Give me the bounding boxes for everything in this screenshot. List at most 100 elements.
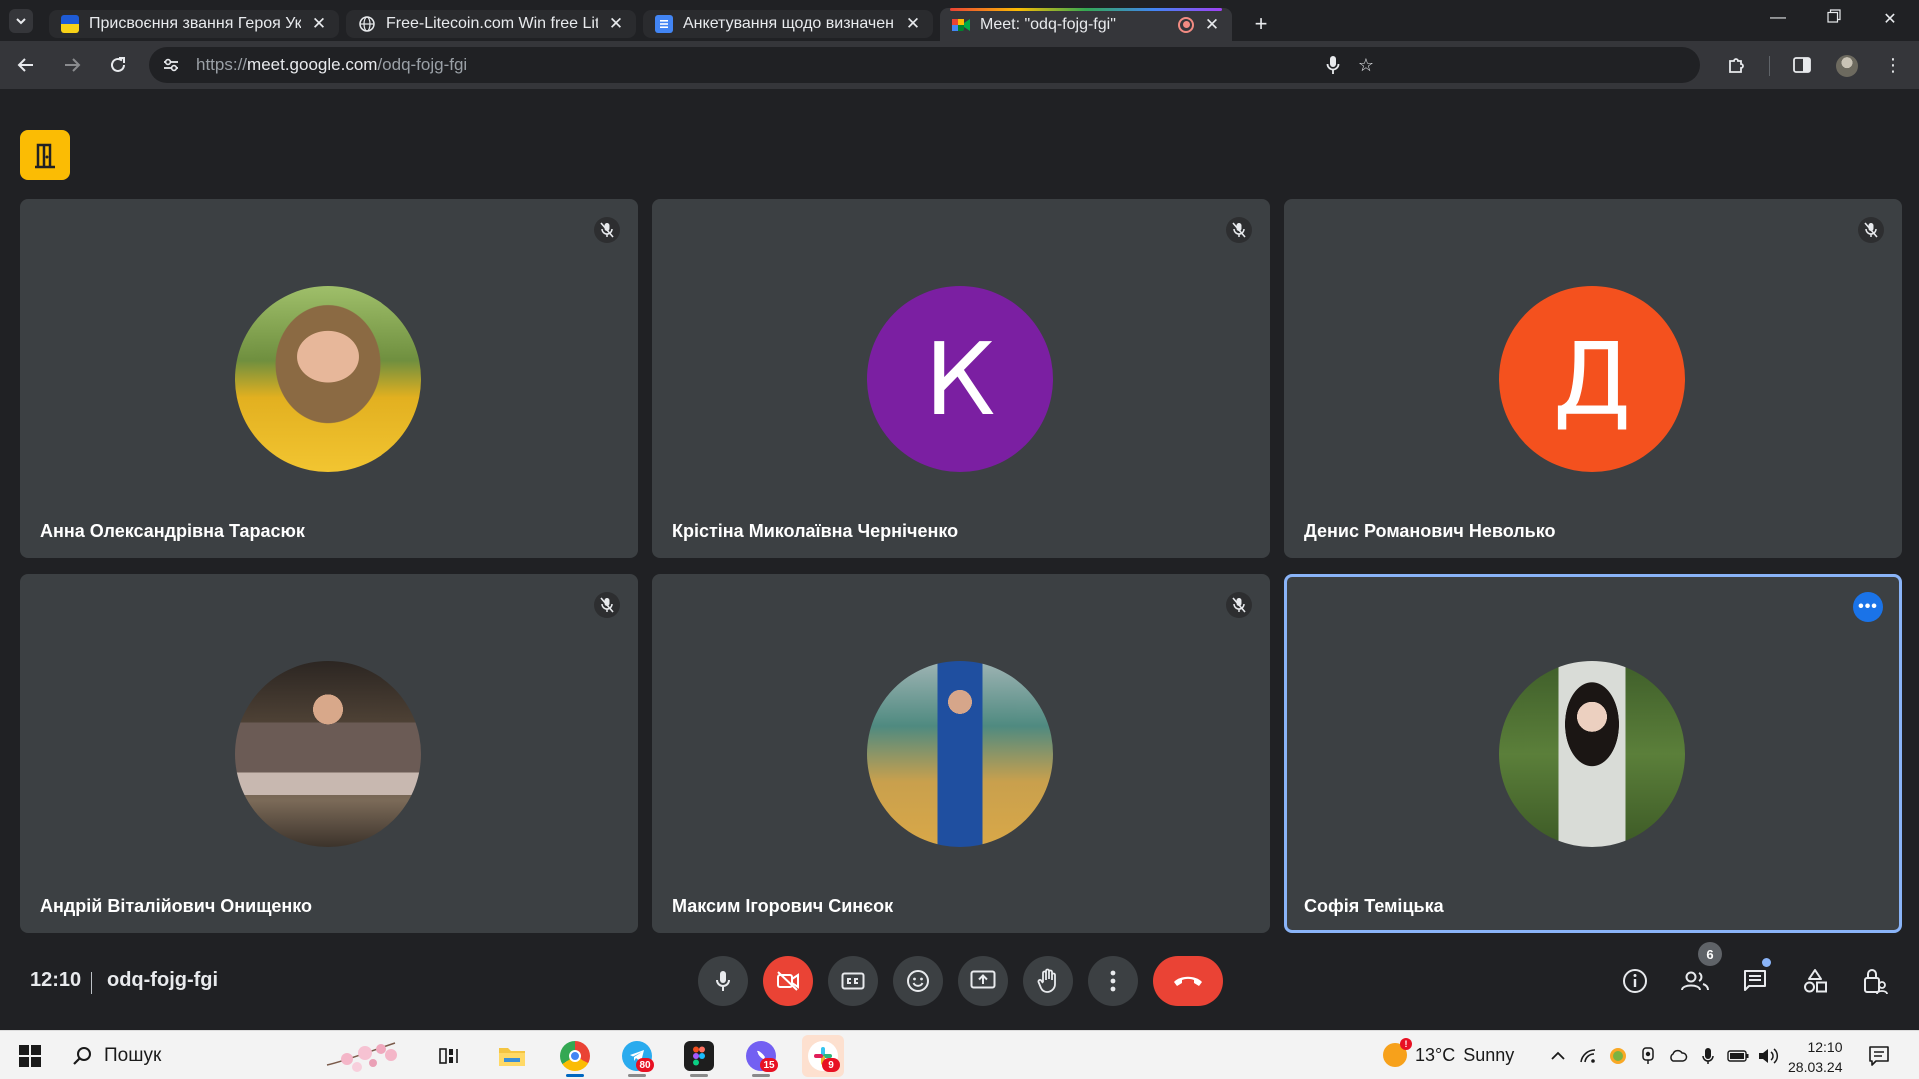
participant-name: Крістіна Миколаївна Черніченко — [672, 521, 959, 541]
participant-name: Максим Ігорович Синєок — [672, 896, 894, 916]
telegram-unread-badge: 80 — [636, 1058, 654, 1072]
meet-page: Анна Олександрівна Тарасюк К Крістіна Ми… — [0, 89, 1919, 1030]
weather-condition: Sunny — [1463, 1044, 1515, 1065]
emoji-icon — [907, 970, 929, 992]
leave-call-button[interactable] — [1153, 956, 1223, 1006]
new-tab-button[interactable]: + — [1247, 10, 1275, 38]
tab-close-icon[interactable]: ✕ — [905, 14, 921, 34]
browser-tab[interactable]: Free-Litecoin.com Win free Lite ✕ — [346, 10, 636, 38]
camera-off-button[interactable] — [763, 956, 813, 1006]
tab-close-icon[interactable]: ✕ — [608, 14, 624, 34]
present-screen-button[interactable] — [958, 956, 1008, 1006]
chat-unread-dot — [1762, 958, 1771, 967]
bookmark-star-icon[interactable]: ☆ — [1356, 55, 1376, 75]
ukraine-trident-icon — [61, 15, 79, 33]
back-icon[interactable] — [12, 51, 40, 79]
cloud-icon[interactable] — [1667, 1045, 1689, 1067]
mic-off-icon — [1858, 217, 1884, 243]
participant-tile[interactable]: Анна Олександрівна Тарасюк — [20, 199, 638, 558]
url-protocol: https:// — [196, 55, 248, 74]
battery-icon[interactable] — [1727, 1045, 1749, 1067]
microphone-icon — [716, 971, 730, 991]
participant-name: Денис Романович Неволько — [1304, 521, 1556, 541]
microphone-tray-icon[interactable] — [1697, 1045, 1719, 1067]
participant-photo-avatar — [235, 661, 421, 847]
participant-tile[interactable]: Андрій Віталійович Онищенко — [20, 574, 638, 933]
participant-photo-avatar — [235, 286, 421, 472]
site-info-icon[interactable] — [161, 55, 181, 75]
taskbar-clock[interactable]: 12:10 28.03.24 — [1788, 1037, 1843, 1077]
url-text: https://meet.google.com/odq-fojg-fgi — [196, 55, 467, 75]
extensions-icon[interactable] — [1725, 53, 1749, 77]
sun-icon: ! — [1383, 1038, 1412, 1067]
running-app-indicator — [628, 1074, 646, 1077]
network-signal-icon[interactable] — [1577, 1045, 1599, 1067]
reload-icon[interactable] — [104, 51, 132, 79]
participant-photo-avatar — [1499, 661, 1685, 847]
info-icon — [1623, 969, 1647, 993]
tab-close-icon[interactable]: ✕ — [311, 14, 327, 34]
task-view-icon — [439, 1048, 458, 1064]
active-app-indicator — [566, 1074, 584, 1077]
raise-hand-button[interactable] — [1023, 956, 1073, 1006]
address-bar[interactable]: https://meet.google.com/odq-fojg-fgi ☆ — [149, 47, 1700, 83]
participant-tile-selected[interactable]: ••• Софія Теміцька — [1284, 574, 1902, 933]
meet-door-logo-icon[interactable] — [20, 130, 70, 180]
clock-time: 12:10 — [1807, 1039, 1843, 1055]
host-controls-button[interactable] — [1853, 959, 1897, 1003]
participant-tile[interactable]: К Крістіна Миколаївна Черніченко — [652, 199, 1270, 558]
taskbar-figma[interactable] — [678, 1035, 720, 1077]
kebab-menu-icon[interactable]: ⋮ — [1881, 53, 1905, 77]
chevron-up-icon[interactable] — [1547, 1045, 1569, 1067]
reactions-button[interactable] — [893, 956, 943, 1006]
taskbar-chrome[interactable] — [554, 1035, 596, 1077]
taskbar-slack[interactable]: 9 — [802, 1035, 844, 1077]
microphone-icon[interactable] — [1323, 55, 1343, 75]
browser-tab-active[interactable]: Meet: "odq-fojg-fgi" ✕ — [940, 8, 1232, 41]
microphone-button[interactable] — [698, 956, 748, 1006]
participant-tile[interactable]: Д Денис Романович Неволько — [1284, 199, 1902, 558]
more-options-button[interactable] — [1088, 956, 1138, 1006]
tab-search-button[interactable] — [9, 9, 33, 33]
windows-start-icon[interactable] — [19, 1045, 41, 1067]
participant-initial-avatar: К — [867, 286, 1053, 472]
browser-tab[interactable]: Присвоєння звання Героя Укр ✕ — [49, 10, 339, 38]
cherry-blossom-decoration-icon — [326, 1042, 397, 1072]
profile-avatar[interactable] — [1836, 55, 1858, 77]
browser-tab[interactable]: Анкетування щодо визначенн ✕ — [643, 10, 933, 38]
antivirus-tray-icon[interactable] — [1607, 1045, 1629, 1067]
participant-tile[interactable]: Максим Ігорович Синєок — [652, 574, 1270, 933]
forward-icon[interactable] — [58, 51, 86, 79]
tab-title: Meet: "odq-fojg-fgi" — [980, 15, 1116, 33]
taskbar-telegram[interactable]: 80 — [616, 1035, 658, 1077]
side-panel-icon[interactable] — [1790, 53, 1814, 77]
captions-button[interactable] — [828, 956, 878, 1006]
participant-name: Анна Олександрівна Тарасюк — [40, 521, 305, 541]
chat-button[interactable] — [1733, 959, 1777, 1003]
toolbar-divider — [1769, 56, 1770, 76]
tab-close-icon[interactable]: ✕ — [1204, 15, 1220, 35]
hand-icon — [1037, 968, 1056, 993]
notification-center-icon[interactable] — [1868, 1045, 1890, 1067]
running-app-indicator — [690, 1074, 708, 1077]
tab-title: Анкетування щодо визначенн — [683, 15, 895, 32]
chrome-icon — [560, 1041, 590, 1071]
taskbar-viber[interactable]: 15 — [740, 1035, 782, 1077]
taskbar-task-view[interactable] — [429, 1035, 471, 1077]
slack-icon: 9 — [808, 1041, 840, 1072]
more-options-icon[interactable]: ••• — [1853, 592, 1883, 622]
weather-widget[interactable]: ! 13°C Sunny — [1383, 1038, 1515, 1067]
taskbar-file-explorer[interactable] — [491, 1035, 533, 1077]
minimize-icon[interactable]: — — [1766, 9, 1790, 27]
end-call-icon — [1174, 976, 1202, 986]
webcam-tray-icon[interactable] — [1637, 1045, 1659, 1067]
restore-icon[interactable] — [1822, 9, 1846, 28]
close-window-icon[interactable]: ✕ — [1878, 9, 1902, 29]
search-icon — [73, 1047, 91, 1065]
url-path: /odq-fojg-fgi — [377, 55, 468, 74]
speaker-icon[interactable] — [1757, 1045, 1779, 1067]
running-app-indicator — [752, 1074, 770, 1077]
meeting-details-button[interactable] — [1613, 959, 1657, 1003]
activities-button[interactable] — [1793, 959, 1837, 1003]
browser-tab-strip: Присвоєння звання Героя Укр ✕ Free-Litec… — [0, 0, 1919, 41]
